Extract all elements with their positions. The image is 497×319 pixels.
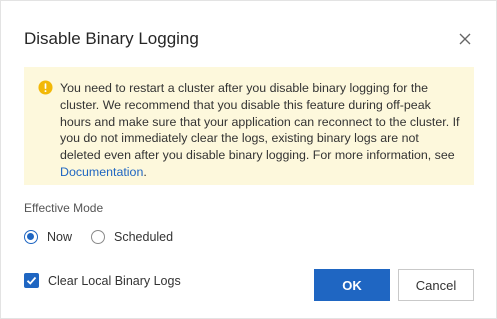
alert-suffix: . — [143, 164, 147, 179]
clear-logs-label: Clear Local Binary Logs — [48, 273, 181, 288]
alert-text: You need to restart a cluster after you … — [60, 81, 460, 163]
radio-scheduled-label: Scheduled — [114, 230, 174, 244]
checkbox-box[interactable] — [24, 273, 39, 288]
close-icon[interactable] — [456, 30, 474, 48]
radio-scheduled-circle[interactable] — [91, 230, 105, 244]
radio-now-circle[interactable] — [24, 230, 38, 244]
warning-icon — [38, 80, 53, 95]
radio-now-label: Now — [47, 230, 73, 244]
disable-binary-logging-dialog: Disable Binary Logging You need to resta… — [0, 0, 497, 319]
radio-now[interactable]: Now — [24, 230, 72, 244]
clear-local-binary-logs-checkbox[interactable]: Clear Local Binary Logs — [24, 273, 181, 288]
ok-button[interactable]: OK — [314, 269, 390, 301]
documentation-link[interactable]: Documentation — [60, 165, 143, 179]
warning-alert: You need to restart a cluster after you … — [24, 67, 474, 185]
cancel-button[interactable]: Cancel — [398, 269, 474, 301]
radio-scheduled[interactable]: Scheduled — [91, 230, 173, 244]
checkmark-icon — [26, 276, 37, 285]
dialog-title: Disable Binary Logging — [24, 29, 199, 48]
effective-mode-label: Effective Mode — [24, 201, 104, 215]
